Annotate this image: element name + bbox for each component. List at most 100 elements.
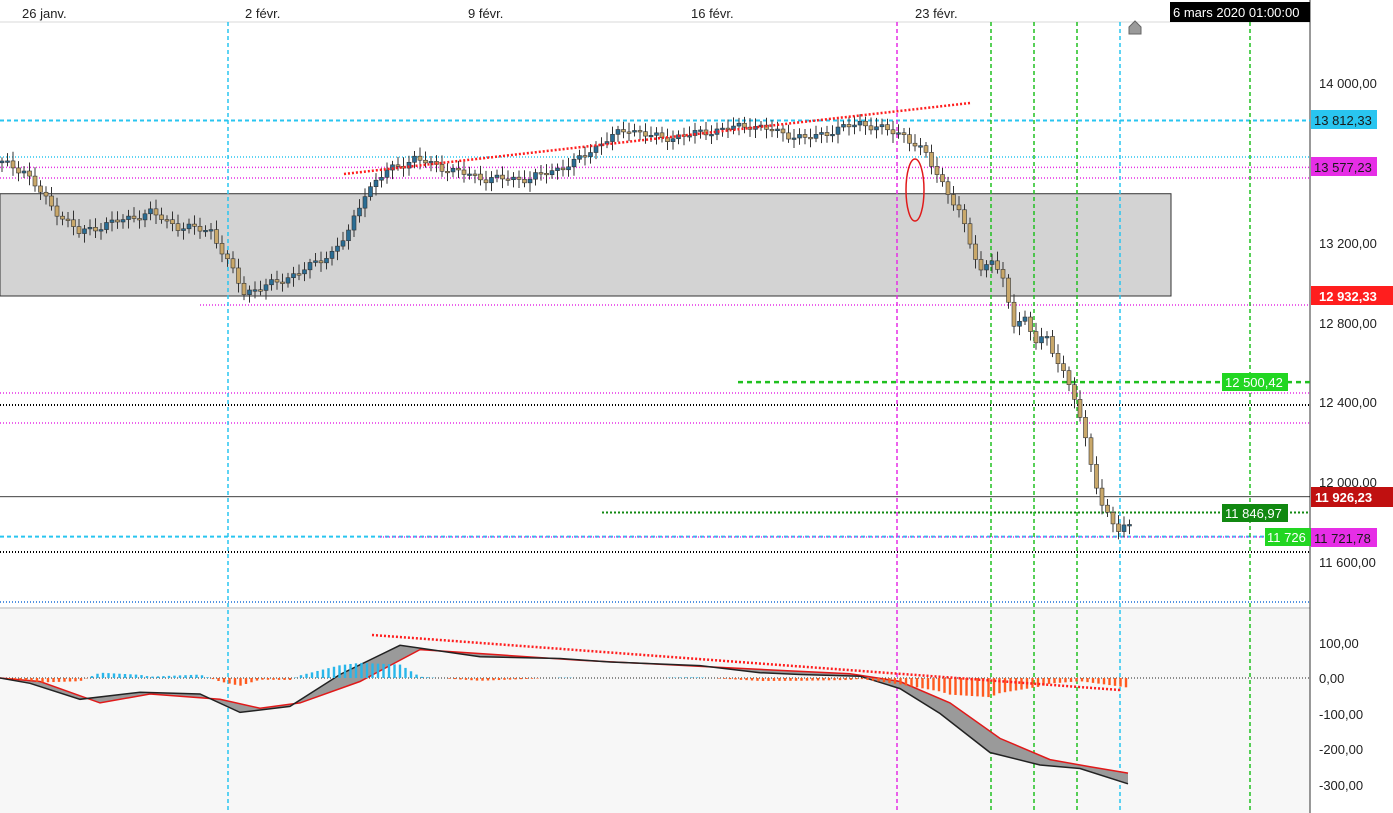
candle-body: [1028, 316, 1033, 332]
histogram-bar: [316, 670, 319, 678]
candle-body: [170, 219, 175, 225]
candle-body: [775, 128, 780, 132]
candle-body: [940, 174, 945, 183]
macd-tick-label: -200,00: [1319, 742, 1363, 757]
candle-body: [890, 129, 896, 135]
histogram-bar: [525, 678, 528, 679]
candle-body: [1044, 336, 1050, 339]
histogram-bar: [63, 678, 66, 682]
candle-body: [296, 273, 302, 276]
candle-body: [32, 175, 38, 187]
date-label: 16 févr.: [691, 6, 734, 21]
histogram-bar: [684, 677, 688, 678]
candle-body: [461, 169, 467, 175]
histogram-bar: [915, 678, 919, 688]
histogram-bar: [305, 673, 308, 678]
histogram-bar: [695, 677, 699, 678]
histogram-bar: [943, 678, 946, 693]
candle-body: [1083, 417, 1088, 439]
histogram-bar: [948, 678, 952, 695]
candle-body: [203, 230, 208, 233]
candle-body: [126, 215, 131, 220]
candle-body: [566, 166, 571, 171]
histogram-bar: [272, 678, 275, 680]
histogram-bar: [849, 678, 853, 680]
candle-body: [1105, 504, 1110, 513]
histogram-bar: [844, 678, 847, 681]
candle-body: [538, 172, 544, 175]
candle-body: [335, 245, 340, 252]
candle-body: [973, 243, 978, 260]
histogram-bar: [35, 678, 39, 682]
candle-body: [280, 281, 285, 284]
candle-body: [500, 174, 505, 180]
candle-body: [511, 176, 516, 181]
candle-body: [269, 279, 274, 286]
candle-body: [313, 260, 318, 263]
histogram-bar: [354, 663, 358, 678]
candle-body: [302, 269, 307, 275]
histogram-bar: [959, 678, 963, 696]
histogram-bar: [343, 664, 347, 678]
histogram-bar: [1053, 678, 1056, 684]
histogram-bar: [904, 678, 908, 686]
candle-body: [769, 129, 775, 132]
histogram-bar: [932, 678, 935, 691]
histogram-bar: [794, 678, 798, 681]
macd-tick-label: 0,00: [1319, 671, 1344, 686]
candle-body: [71, 219, 76, 227]
candle-body: [472, 173, 478, 176]
price-tick-label: 12 400,00: [1319, 395, 1377, 410]
candle-body: [27, 170, 32, 177]
histogram-bar: [970, 678, 974, 697]
candle-body: [808, 137, 813, 140]
candle-body: [247, 289, 252, 295]
candle-body: [252, 289, 258, 292]
histogram-bar: [965, 678, 968, 696]
candle-body: [582, 155, 588, 158]
candle-body: [192, 223, 197, 227]
histogram-bar: [90, 676, 94, 678]
candle-body: [736, 122, 742, 127]
candle-body: [98, 229, 104, 232]
candle-body: [16, 167, 21, 174]
candle-body: [423, 159, 428, 164]
histogram-bar: [365, 663, 369, 678]
candle-body: [307, 262, 313, 271]
histogram-bar: [327, 668, 330, 678]
candle-body: [967, 223, 973, 245]
candle-body: [874, 126, 879, 131]
candle-body: [1077, 399, 1083, 418]
candle-body: [791, 137, 797, 140]
histogram-bar: [239, 678, 242, 686]
histogram-bar: [1036, 678, 1040, 687]
candle-body: [907, 134, 912, 144]
candle-body: [516, 176, 522, 180]
candle-body: [945, 181, 951, 195]
candle-body: [742, 122, 747, 128]
histogram-bar: [937, 678, 941, 692]
candle-body: [450, 167, 456, 173]
histogram-bar: [376, 663, 380, 678]
histogram-bar: [519, 678, 523, 680]
histogram-bar: [140, 675, 143, 678]
macd-tick-label: 100,00: [1319, 636, 1359, 651]
histogram-bar: [387, 664, 391, 678]
histogram-bar: [288, 678, 292, 680]
candle-body: [357, 207, 362, 217]
candle-body: [984, 264, 989, 271]
candle-body: [483, 179, 489, 184]
histogram-bar: [833, 678, 836, 681]
candle-body: [291, 273, 296, 279]
histogram-bar: [497, 678, 501, 681]
price-chart[interactable]: 26 janv. 2 févr. 9 févr. 16 févr. 23 fév…: [0, 0, 1393, 813]
histogram-bar: [415, 674, 418, 678]
candle-body: [912, 142, 918, 147]
histogram-bar: [96, 673, 99, 678]
candle-body: [494, 174, 500, 178]
histogram-bar: [882, 678, 886, 683]
candle-body: [197, 226, 203, 232]
crosshair-time-label: 6 mars 2020 01:00:00: [1173, 5, 1299, 20]
candle-body: [1127, 524, 1132, 527]
candle-body: [835, 126, 841, 135]
